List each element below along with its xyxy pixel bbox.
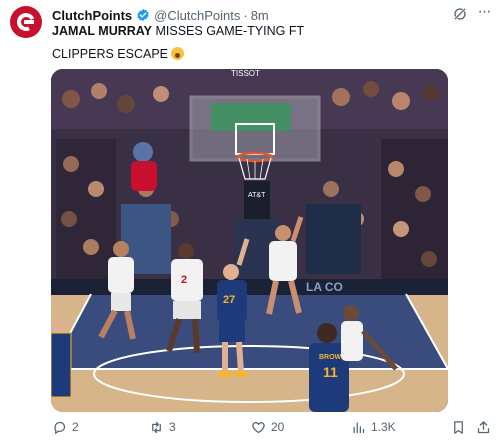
arena-sign-text: TISSOT [231,69,260,78]
views-count: 1.3K [371,420,396,434]
svg-text:AT&T: AT&T [248,192,266,199]
jersey-number-11: 11 [323,364,338,380]
tweet-header: ClutchPoints @ClutchPoints · 8m [52,6,269,24]
verified-badge-icon [137,8,149,22]
grok-icon[interactable] [452,6,468,22]
basketball-game-photo: TISSOT AT&T LA CO 2 27 BROWN 11 [51,69,448,412]
headline-bold-text: JAMAL MURRAY [52,24,153,38]
court-text: LA CO [306,280,343,294]
avatar[interactable] [10,6,42,38]
separator-dot: · [243,7,248,23]
retweet-button[interactable]: 3 [149,418,176,436]
like-count: 20 [271,420,285,434]
author-display-name[interactable]: ClutchPoints [52,8,132,23]
tweet-text-line2: CLIPPERS ESCAPE [52,47,185,61]
author-handle[interactable]: @ClutchPoints [154,8,240,23]
reply-icon [54,421,66,434]
astonished-face-emoji-icon [171,47,185,60]
tweet-media-photo[interactable]: TISSOT AT&T LA CO 2 27 BROWN 11 [51,69,448,412]
tweet-actions-bar: 2 3 20 1.3K [52,418,492,436]
line2-text: CLIPPERS ESCAPE [52,47,169,61]
jersey-number-27: 27 [223,294,235,306]
logo-bar [24,20,34,24]
reply-count: 2 [72,420,79,434]
retweet-icon [152,421,161,433]
headline-rest-text: MISSES GAME-TYING FT [152,24,305,38]
like-button[interactable]: 20 [251,418,284,436]
tweet-timestamp[interactable]: 8m [251,8,269,23]
heart-icon [252,421,265,433]
views-chart-icon [353,422,365,433]
more-options-icon[interactable]: ··· [476,4,492,22]
tweet-card[interactable]: ClutchPoints @ClutchPoints · 8m ··· JAMA… [0,0,500,440]
views-button[interactable]: 1.3K [351,418,396,436]
reply-button[interactable]: 2 [52,418,79,436]
bookmark-icon [454,420,463,434]
share-button[interactable] [476,418,496,436]
share-icon [477,420,490,433]
jersey-number-2: 2 [181,274,187,286]
bookmark-button[interactable] [451,418,471,436]
retweet-count: 3 [169,420,176,434]
tweet-text-headline: JAMAL MURRAY MISSES GAME-TYING FT [52,24,304,38]
